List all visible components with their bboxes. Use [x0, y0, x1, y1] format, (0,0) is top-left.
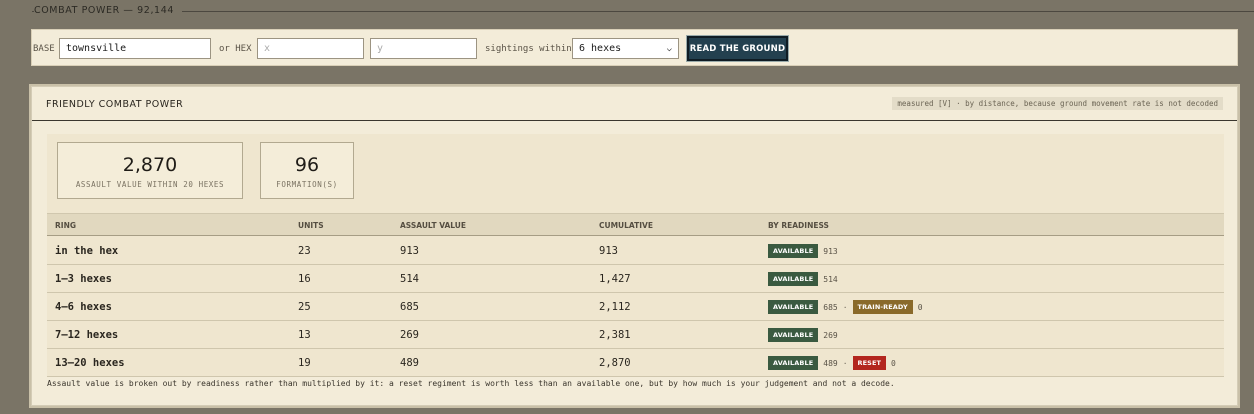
- cell-assault: 913: [400, 245, 419, 257]
- hex-y-input[interactable]: [370, 38, 477, 59]
- range-select-value: 6 hexes: [579, 43, 622, 54]
- cell-ring: 13–20 hexes: [55, 357, 125, 369]
- col-cumulative: CUMULATIVE: [599, 221, 653, 230]
- table-row: 13–20 hexes 19 489 2,870 AVAILABLE 489 ·…: [47, 349, 1224, 377]
- col-assault-value: ASSAULT VALUE: [400, 221, 467, 230]
- cell-assault: 685: [400, 301, 419, 313]
- panel-title: FRIENDLY COMBAT POWER: [46, 99, 184, 110]
- page-header: COMBAT POWER — 92,144: [32, 0, 1254, 22]
- cell-units: 25: [298, 301, 311, 313]
- cell-cumulative: 2,870: [599, 357, 631, 369]
- cell-units: 13: [298, 329, 311, 341]
- separator-dot: ·: [842, 358, 848, 368]
- cell-readiness: AVAILABLE 514: [768, 272, 838, 286]
- table-row: in the hex 23 913 913 AVAILABLE 913: [47, 237, 1224, 265]
- cell-cumulative: 2,381: [599, 329, 631, 341]
- panel-header: FRIENDLY COMBAT POWER measured [V] · by …: [32, 87, 1237, 121]
- separator-dot: ·: [842, 302, 848, 312]
- cell-units: 19: [298, 357, 311, 369]
- readiness-value: 0: [917, 302, 923, 312]
- badge-available: AVAILABLE: [768, 244, 819, 258]
- chevron-down-icon: ⌵: [666, 43, 672, 54]
- col-by-readiness: BY READINESS: [768, 221, 829, 230]
- badge-available: AVAILABLE: [768, 300, 819, 314]
- cell-assault: 489: [400, 357, 419, 369]
- friendly-combat-power-panel: FRIENDLY COMBAT POWER measured [V] · by …: [31, 86, 1238, 406]
- cell-cumulative: 2,112: [599, 301, 631, 313]
- table-row: 7–12 hexes 13 269 2,381 AVAILABLE 269: [47, 321, 1224, 349]
- badge-available: AVAILABLE: [768, 272, 819, 286]
- cell-readiness: AVAILABLE 913: [768, 244, 838, 258]
- stat-formations: 96 FORMATION(S): [260, 142, 354, 199]
- search-bar: BASE or HEX sightings within 6 hexes ⌵ R…: [31, 29, 1238, 66]
- cell-assault: 269: [400, 329, 419, 341]
- stat-value: 96: [294, 154, 320, 176]
- page-title: COMBAT POWER — 92,144: [34, 5, 182, 16]
- stat-caption: ASSAULT VALUE WITHIN 20 HEXES: [75, 180, 225, 189]
- table-header: RING UNITS ASSAULT VALUE CUMULATIVE BY R…: [47, 213, 1224, 236]
- measurement-note: measured [V] · by distance, because grou…: [892, 97, 1223, 110]
- cell-assault: 514: [400, 273, 419, 285]
- stat-caption: FORMATION(S): [276, 180, 338, 189]
- badge-reset: RESET: [852, 356, 887, 370]
- cell-cumulative: 913: [599, 245, 618, 257]
- cell-readiness: AVAILABLE 269: [768, 328, 838, 342]
- readiness-value: 269: [823, 330, 838, 340]
- stat-assault-value: 2,870 ASSAULT VALUE WITHIN 20 HEXES: [57, 142, 243, 199]
- or-hex-label: or HEX: [219, 44, 252, 54]
- cell-readiness: AVAILABLE 685 · TRAIN-READY 0: [768, 300, 923, 314]
- cell-units: 16: [298, 273, 311, 285]
- cell-readiness: AVAILABLE 489 · RESET 0: [768, 356, 896, 370]
- stat-value: 2,870: [122, 154, 178, 176]
- cell-ring: in the hex: [55, 245, 119, 257]
- cell-ring: 4–6 hexes: [55, 301, 112, 313]
- table-row: 1–3 hexes 16 514 1,427 AVAILABLE 514: [47, 265, 1224, 293]
- cell-ring: 7–12 hexes: [55, 329, 119, 341]
- base-input[interactable]: [59, 38, 211, 59]
- col-ring: RING: [55, 221, 76, 230]
- cell-units: 23: [298, 245, 311, 257]
- readiness-value: 913: [823, 246, 838, 256]
- range-select[interactable]: 6 hexes ⌵: [572, 38, 679, 59]
- panel-body: 2,870 ASSAULT VALUE WITHIN 20 HEXES 96 F…: [47, 134, 1224, 377]
- col-units: UNITS: [298, 221, 324, 230]
- cell-cumulative: 1,427: [599, 273, 631, 285]
- hex-x-input[interactable]: [257, 38, 364, 59]
- readiness-value: 685: [823, 302, 838, 312]
- readiness-value: 514: [823, 274, 838, 284]
- cell-ring: 1–3 hexes: [55, 273, 112, 285]
- badge-available: AVAILABLE: [768, 356, 819, 370]
- sightings-label: sightings within: [485, 44, 572, 54]
- header-rule: [32, 11, 1254, 12]
- table-row: 4–6 hexes 25 685 2,112 AVAILABLE 685 · T…: [47, 293, 1224, 321]
- readiness-value: 489: [823, 358, 838, 368]
- readiness-value: 0: [891, 358, 896, 368]
- badge-available: AVAILABLE: [768, 328, 819, 342]
- base-label: BASE: [33, 44, 55, 54]
- read-the-ground-button[interactable]: READ THE GROUND: [687, 36, 788, 61]
- badge-train-ready: TRAIN-READY: [852, 300, 913, 314]
- footnote: Assault value is broken out by readiness…: [47, 379, 895, 388]
